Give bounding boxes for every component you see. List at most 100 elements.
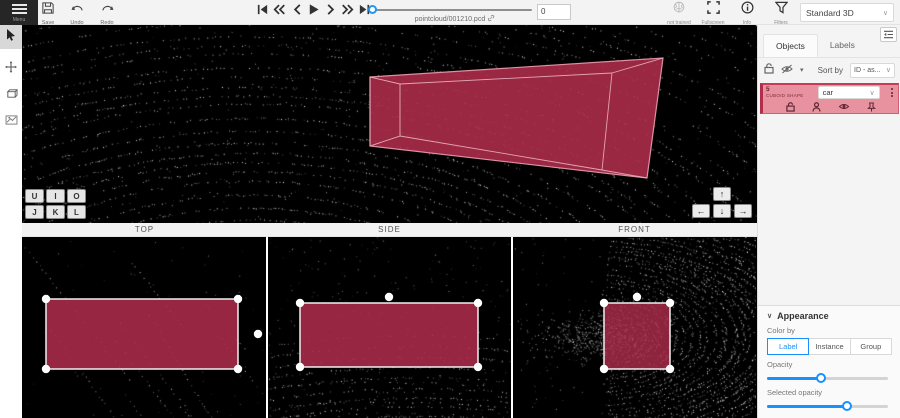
forward-frame-button[interactable] xyxy=(341,3,354,16)
color-by-label: Color by xyxy=(767,326,892,335)
header-right-icons: not trained Fullscreen Info Filters xyxy=(666,1,794,26)
side-view-label: SIDE xyxy=(267,223,512,236)
controls-sidebar xyxy=(0,25,22,418)
chevron-down-icon: ∨ xyxy=(883,9,888,17)
lock-object-button[interactable] xyxy=(786,102,795,112)
object-identity: 5 CUBOID SHAPE xyxy=(766,87,804,98)
hamburger-icon xyxy=(12,2,27,16)
redo-label: Redo xyxy=(100,20,113,26)
key-u[interactable]: U xyxy=(25,189,44,203)
front-view-canvas[interactable] xyxy=(513,237,757,418)
lock-all-icon[interactable] xyxy=(764,61,774,79)
arrow-right-button[interactable]: → xyxy=(734,204,752,218)
previous-frame-button[interactable] xyxy=(290,3,303,16)
undo-label: Undo xyxy=(70,20,83,26)
hide-object-button[interactable] xyxy=(838,102,850,111)
key-l[interactable]: L xyxy=(67,205,86,219)
redo-button[interactable]: Redo xyxy=(92,1,122,24)
chevron-down-icon: ∨ xyxy=(886,66,891,74)
top-view-canvas[interactable] xyxy=(22,237,266,418)
info-button[interactable]: Info xyxy=(734,1,760,26)
fullscreen-button[interactable]: Fullscreen xyxy=(700,1,726,26)
top-toolbar: Menu Save Undo Redo xyxy=(0,0,900,25)
fullscreen-icon xyxy=(707,1,720,19)
cuboid-annotation-top[interactable] xyxy=(22,237,266,418)
key-j[interactable]: J xyxy=(25,205,44,219)
selected-opacity-slider[interactable] xyxy=(767,401,892,411)
frame-number-input[interactable]: 0 xyxy=(537,4,571,20)
appearance-title: Appearance xyxy=(777,311,829,321)
link-icon[interactable] xyxy=(487,14,495,24)
top-view-label: TOP xyxy=(22,223,267,236)
expand-states-icon[interactable]: ▾ xyxy=(800,66,804,74)
first-frame-button[interactable] xyxy=(256,3,269,16)
opacity-label: Opacity xyxy=(767,360,892,369)
object-label-select[interactable]: car ∨ xyxy=(818,86,880,99)
undo-button[interactable]: Undo xyxy=(62,1,92,24)
info-icon xyxy=(741,1,754,19)
chevron-down-icon: ∨ xyxy=(869,89,874,97)
pin-object-button[interactable] xyxy=(867,102,876,112)
arrow-left-button[interactable]: ← xyxy=(692,204,710,218)
side-view-canvas[interactable] xyxy=(268,237,512,418)
opacity-slider[interactable] xyxy=(767,373,892,383)
appearance-panel: ∨ Appearance Color by Label Instance Gro… xyxy=(758,305,900,418)
camera-arrow-pad: ↑ ← ↓ → xyxy=(692,187,753,219)
opacity-slider-fill xyxy=(767,377,821,380)
cuboid-annotation-3d[interactable] xyxy=(22,25,757,223)
redo-icon xyxy=(101,1,114,19)
merge-tool-button[interactable] xyxy=(0,109,22,133)
occluded-toggle-button[interactable] xyxy=(812,102,821,112)
rotation-handle[interactable] xyxy=(254,330,262,338)
play-button[interactable] xyxy=(307,3,320,16)
move-icon xyxy=(5,60,17,78)
cursor-tool-button[interactable] xyxy=(0,25,22,49)
filters-button[interactable]: Filters xyxy=(768,1,794,26)
arrow-up-button[interactable]: ↑ xyxy=(713,187,731,201)
key-o[interactable]: O xyxy=(67,189,86,203)
ai-predictor-status: not trained xyxy=(667,20,691,26)
object-actions-menu[interactable] xyxy=(888,86,896,99)
menu-fold-icon xyxy=(883,26,894,44)
rotation-handle[interactable] xyxy=(633,293,641,301)
save-button[interactable]: Save xyxy=(33,1,63,24)
draw-cuboid-button[interactable] xyxy=(0,83,22,107)
frame-slider[interactable] xyxy=(370,6,532,14)
tab-labels[interactable]: Labels xyxy=(818,34,867,57)
perspective-view-canvas[interactable]: U I O J K L ↑ ← ↓ → xyxy=(22,25,757,223)
selected-opacity-slider-fill xyxy=(767,405,847,408)
cuboid-annotation-front[interactable] xyxy=(513,237,756,418)
opacity-slider-handle[interactable] xyxy=(816,373,826,383)
save-icon xyxy=(42,1,54,19)
filter-icon xyxy=(775,1,788,19)
hide-all-icon[interactable] xyxy=(781,61,793,79)
selected-opacity-label: Selected opacity xyxy=(767,388,892,397)
sort-by-label: Sort by xyxy=(818,66,843,75)
front-view-label: FRONT xyxy=(512,223,757,236)
key-k[interactable]: K xyxy=(46,205,65,219)
frame-slider-handle[interactable] xyxy=(368,5,377,14)
color-by-option-instance[interactable]: Instance xyxy=(809,338,850,355)
backward-frame-button[interactable] xyxy=(273,3,286,16)
sort-order-select[interactable]: ID - as... ∨ xyxy=(850,63,895,78)
ai-predictor-button[interactable]: not trained xyxy=(666,1,692,26)
key-i[interactable]: I xyxy=(46,189,65,203)
object-item-card[interactable]: 5 CUBOID SHAPE car ∨ xyxy=(760,83,899,114)
color-by-option-group[interactable]: Group xyxy=(851,338,892,355)
cvat-3d-annotation-app: Menu Save Undo Redo xyxy=(0,0,900,418)
move-tool-button[interactable] xyxy=(0,57,22,81)
next-frame-button[interactable] xyxy=(324,3,337,16)
appearance-header[interactable]: ∨ Appearance xyxy=(767,311,892,321)
tab-objects[interactable]: Objects xyxy=(763,34,818,57)
rotation-handle[interactable] xyxy=(384,293,392,301)
color-by-option-label[interactable]: Label xyxy=(767,338,809,355)
selected-opacity-slider-handle[interactable] xyxy=(842,401,852,411)
workspace-selector[interactable]: Standard 3D ∨ xyxy=(800,3,894,22)
arrow-down-button[interactable]: ↓ xyxy=(713,204,731,218)
undo-icon xyxy=(71,1,84,19)
filename-row: pointcloud/001210.pcd xyxy=(380,14,530,24)
cuboid-annotation-side[interactable] xyxy=(268,237,512,418)
collapse-sidebar-button[interactable] xyxy=(880,27,897,42)
menu-button-label: Menu xyxy=(13,17,26,23)
save-label: Save xyxy=(42,20,55,26)
